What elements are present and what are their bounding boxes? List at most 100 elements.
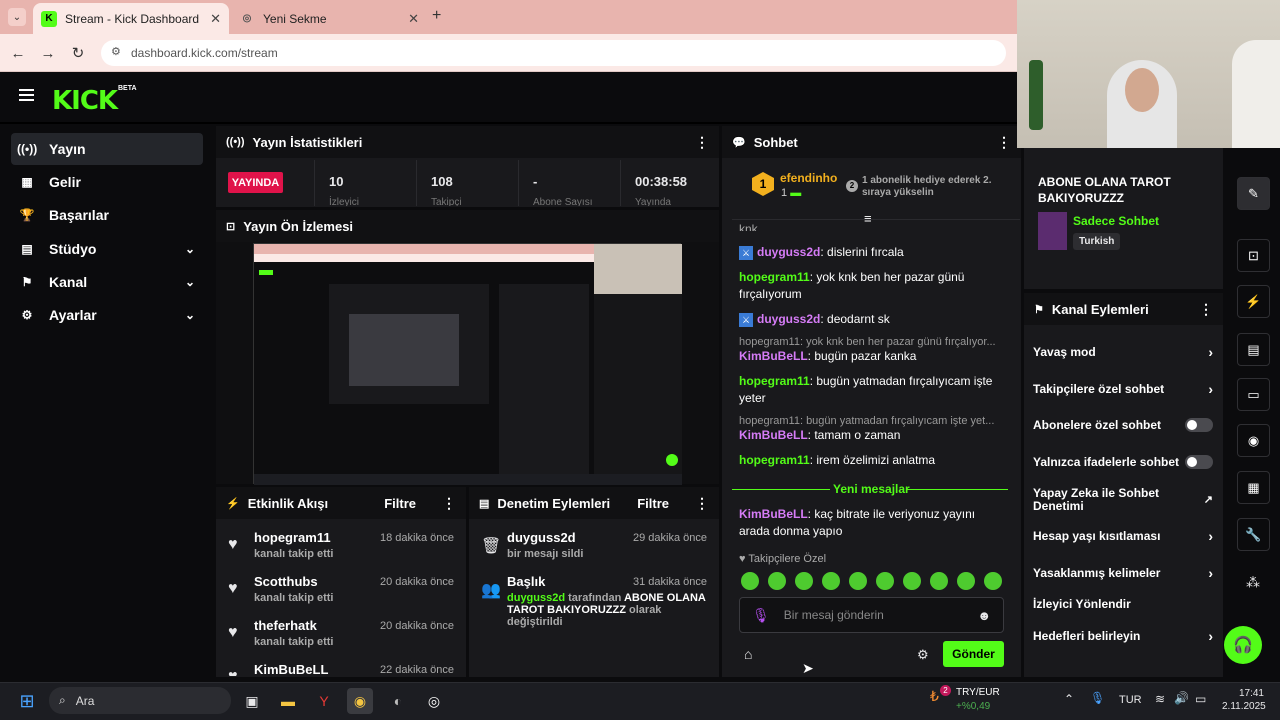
- emote-icon: [876, 572, 894, 590]
- category-thumbnail: [1038, 212, 1067, 250]
- apps-icon[interactable]: ⁂: [1246, 574, 1260, 591]
- tag-badge: Turkish: [1073, 233, 1121, 250]
- category-label[interactable]: Sadece Sohbet: [1073, 214, 1159, 228]
- emote-icon: [984, 572, 1002, 590]
- moderation-filter-button[interactable]: Filtre: [637, 496, 669, 511]
- broadcast-icon[interactable]: ◉: [1237, 424, 1270, 457]
- wifi-icon[interactable]: ≋: [1155, 692, 1165, 706]
- menu-icon[interactable]: [19, 89, 34, 101]
- obs-icon[interactable]: ◎: [421, 688, 447, 714]
- microphone-icon[interactable]: 🎙: [752, 607, 770, 624]
- close-tab-icon[interactable]: ✕: [210, 11, 221, 27]
- reload-icon[interactable]: ↻: [67, 42, 89, 64]
- battery-icon[interactable]: ▭: [1195, 692, 1206, 706]
- wrench-icon[interactable]: 🔧: [1237, 518, 1270, 551]
- clock[interactable]: 17:41 2.11.2025: [1222, 687, 1266, 713]
- sidebar-item-yayin[interactable]: ((•)) Yayın: [11, 133, 203, 165]
- microphone-icon[interactable]: 🎙: [1090, 691, 1105, 705]
- language-indicator[interactable]: TUR: [1119, 694, 1142, 706]
- edit-icon[interactable]: ✎: [1237, 177, 1270, 210]
- url-field[interactable]: ⚙ dashboard.kick.com/stream: [101, 40, 1006, 66]
- chat-input[interactable]: 🎙 Bir mesaj gönderin ☻: [739, 597, 1004, 633]
- moderation-header: ▤ Denetim Eylemleri Filtre ⋮: [469, 487, 719, 519]
- new-messages-label[interactable]: Yeni mesajlar: [833, 482, 910, 496]
- yandex-browser-icon[interactable]: Y: [311, 688, 337, 714]
- tab-title: Yeni Sekme: [263, 11, 327, 26]
- activity-feed-panel: ⚡ Etkinlik Akışı Filtre ⋮ ♥ hopegram11 kanalı…: [216, 487, 466, 677]
- followers-only-row[interactable]: Takipçilere özel sohbet ›: [1033, 381, 1213, 397]
- back-icon[interactable]: ←: [7, 42, 29, 64]
- sidebar-item-basarilar[interactable]: 🏆 Başarılar: [11, 199, 203, 231]
- banned-words-row[interactable]: Yasaklanmış kelimeler ›: [1033, 565, 1213, 581]
- chat-message: hopegram11: bugün yatmadan fırçalıyıcam …: [739, 374, 993, 405]
- stat-viewers: 10 İzleyici: [314, 160, 416, 206]
- site-info-icon[interactable]: ⚙: [111, 45, 121, 58]
- raid-row[interactable]: İzleyici Yönlendir: [1033, 597, 1213, 611]
- file-explorer-icon[interactable]: ▬: [275, 688, 301, 714]
- more-options-icon[interactable]: ⋮: [695, 134, 709, 151]
- tab-new[interactable]: ◎ Yeni Sekme ✕: [231, 3, 427, 34]
- chevron-right-icon: ›: [1208, 528, 1213, 544]
- chevron-up-icon[interactable]: ⌃: [1064, 692, 1074, 706]
- tab-kick-dashboard[interactable]: K Stream - Kick Dashboard ✕: [33, 3, 229, 34]
- chat-message: hopegram11: yok knk ben her pazar günü f…: [739, 336, 996, 363]
- tab-list-icon[interactable]: ⌄: [8, 8, 26, 26]
- more-options-icon[interactable]: ⋮: [997, 134, 1011, 151]
- new-tab-button[interactable]: +: [432, 7, 441, 25]
- chevron-right-icon: ›: [1208, 344, 1213, 360]
- currency-widget-icon[interactable]: ₺: [930, 688, 939, 705]
- heart-icon: ♥: [739, 553, 746, 565]
- subs-only-row[interactable]: Abonelere özel sohbet: [1033, 418, 1213, 432]
- layout-icon[interactable]: ▦: [1237, 471, 1270, 504]
- moderation-panel: ▤ Denetim Eylemleri Filtre ⋮ 🗑 duyguss2d bir …: [469, 487, 719, 677]
- sidebar-item-gelir[interactable]: ▦ Gelir: [11, 166, 203, 198]
- lightning-icon[interactable]: ⚡: [1237, 285, 1270, 318]
- sidebar-item-ayarlar[interactable]: ⚙ Ayarlar ⌄: [11, 299, 203, 331]
- preview-header: ⊡ Yayın Ön İzlemesi: [216, 210, 719, 242]
- chevron-right-icon: ›: [1208, 628, 1213, 644]
- volume-icon[interactable]: 🔊: [1174, 691, 1189, 705]
- taskbar-search[interactable]: ⌕ Ara: [49, 687, 231, 714]
- send-button[interactable]: Gönder: [943, 641, 1004, 667]
- camera-icon[interactable]: ⊡: [1237, 239, 1270, 272]
- emote-only-toggle[interactable]: [1185, 455, 1213, 469]
- emoji-icon[interactable]: ☻: [977, 608, 991, 623]
- activity-filter-button[interactable]: Filtre: [384, 496, 416, 511]
- currency-badge: 2: [940, 685, 951, 696]
- windows-start-icon[interactable]: ⊞: [14, 688, 40, 714]
- heart-icon: ♥: [228, 580, 238, 597]
- heart-icon: ♥: [228, 662, 254, 676]
- tab-title: Stream - Kick Dashboard: [65, 11, 200, 26]
- ai-moderation-row[interactable]: Yapay Zeka ile Sohbet Denetimi ↗: [1033, 487, 1213, 513]
- subs-only-toggle[interactable]: [1185, 418, 1213, 432]
- chat-message: hopegram11: bugün yatmadan fırçalıyıcam …: [739, 415, 995, 442]
- task-view-icon[interactable]: ▣: [239, 688, 265, 714]
- slow-mode-row[interactable]: Yavaş mod ›: [1033, 344, 1213, 360]
- support-icon[interactable]: 🎧: [1224, 626, 1262, 664]
- emote-icon: [849, 572, 867, 590]
- chrome-icon[interactable]: ◉: [347, 688, 373, 714]
- sidebar-item-kanal[interactable]: ⚑ Kanal ⌄: [11, 266, 203, 298]
- list-item: 🗑 duyguss2d bir mesajı sildi 29 dakika önce: [469, 530, 719, 574]
- more-options-icon[interactable]: ⋮: [1199, 301, 1213, 318]
- more-options-icon[interactable]: ⋮: [442, 495, 456, 512]
- chat-settings-icon[interactable]: ⚙: [917, 647, 929, 663]
- chat-icon[interactable]: ▭: [1237, 378, 1270, 411]
- kick-logo[interactable]: KICK: [52, 86, 118, 116]
- more-options-icon[interactable]: ⋮: [695, 495, 709, 512]
- list-item: ♥KimBuBeLL22 dakika önce: [216, 662, 466, 676]
- emote-only-row[interactable]: Yalnızca ifadelerle sohbet: [1033, 455, 1213, 469]
- pinned-user[interactable]: efendinho: [780, 171, 837, 185]
- store-icon[interactable]: ⌂: [744, 646, 752, 662]
- account-age-row[interactable]: Hesap yaşı kısıtlaması ›: [1033, 528, 1213, 544]
- emote-bar[interactable]: [741, 572, 1011, 590]
- sidebar-item-studyo[interactable]: ▤ Stüdyo ⌄: [11, 233, 203, 265]
- search-icon: ⌕: [59, 693, 66, 707]
- app-icon[interactable]: ◐: [385, 688, 411, 714]
- webcam-overlay: [1017, 0, 1280, 148]
- stream-preview-video[interactable]: [253, 243, 682, 485]
- document-icon[interactable]: ▤: [1237, 333, 1270, 366]
- forward-icon[interactable]: →: [37, 42, 59, 64]
- close-tab-icon[interactable]: ✕: [408, 11, 419, 27]
- goals-row[interactable]: Hedefleri belirleyin ›: [1033, 628, 1213, 644]
